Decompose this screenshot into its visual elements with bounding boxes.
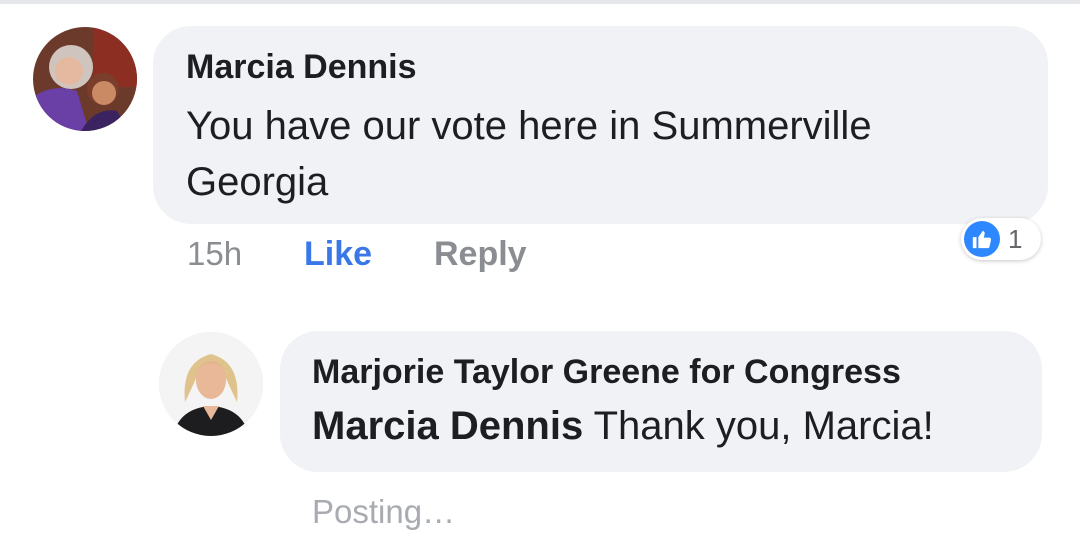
page-avatar-photo <box>159 332 263 436</box>
reply-mention[interactable]: Marcia Dennis <box>312 404 583 448</box>
reply-text: Marcia Dennis Thank you, Marcia! <box>312 404 934 449</box>
comment-author[interactable]: Marcia Dennis <box>186 48 417 87</box>
posting-status: Posting… <box>312 493 456 530</box>
comment-text: You have our vote here in Summerville Ge… <box>186 104 872 204</box>
commenter-avatar-photo <box>33 27 137 131</box>
page-avatar[interactable] <box>159 332 263 436</box>
reply-message: Thank you, Marcia! <box>583 404 934 448</box>
thumbs-up-icon <box>964 221 1000 257</box>
reaction-badge[interactable]: 1 <box>961 218 1041 260</box>
comment-bubble: Marcia Dennis You have our vote here in … <box>153 26 1048 224</box>
top-divider <box>0 0 1080 4</box>
reply-bubble: Marjorie Taylor Greene for Congress Marc… <box>280 331 1042 472</box>
reaction-count: 1 <box>1008 224 1023 254</box>
reply-author[interactable]: Marjorie Taylor Greene for Congress <box>312 353 901 392</box>
like-button[interactable]: Like <box>304 235 372 274</box>
reply-button[interactable]: Reply <box>434 235 527 274</box>
comment-timestamp[interactable]: 15h <box>187 235 242 273</box>
commenter-avatar[interactable] <box>33 27 137 131</box>
